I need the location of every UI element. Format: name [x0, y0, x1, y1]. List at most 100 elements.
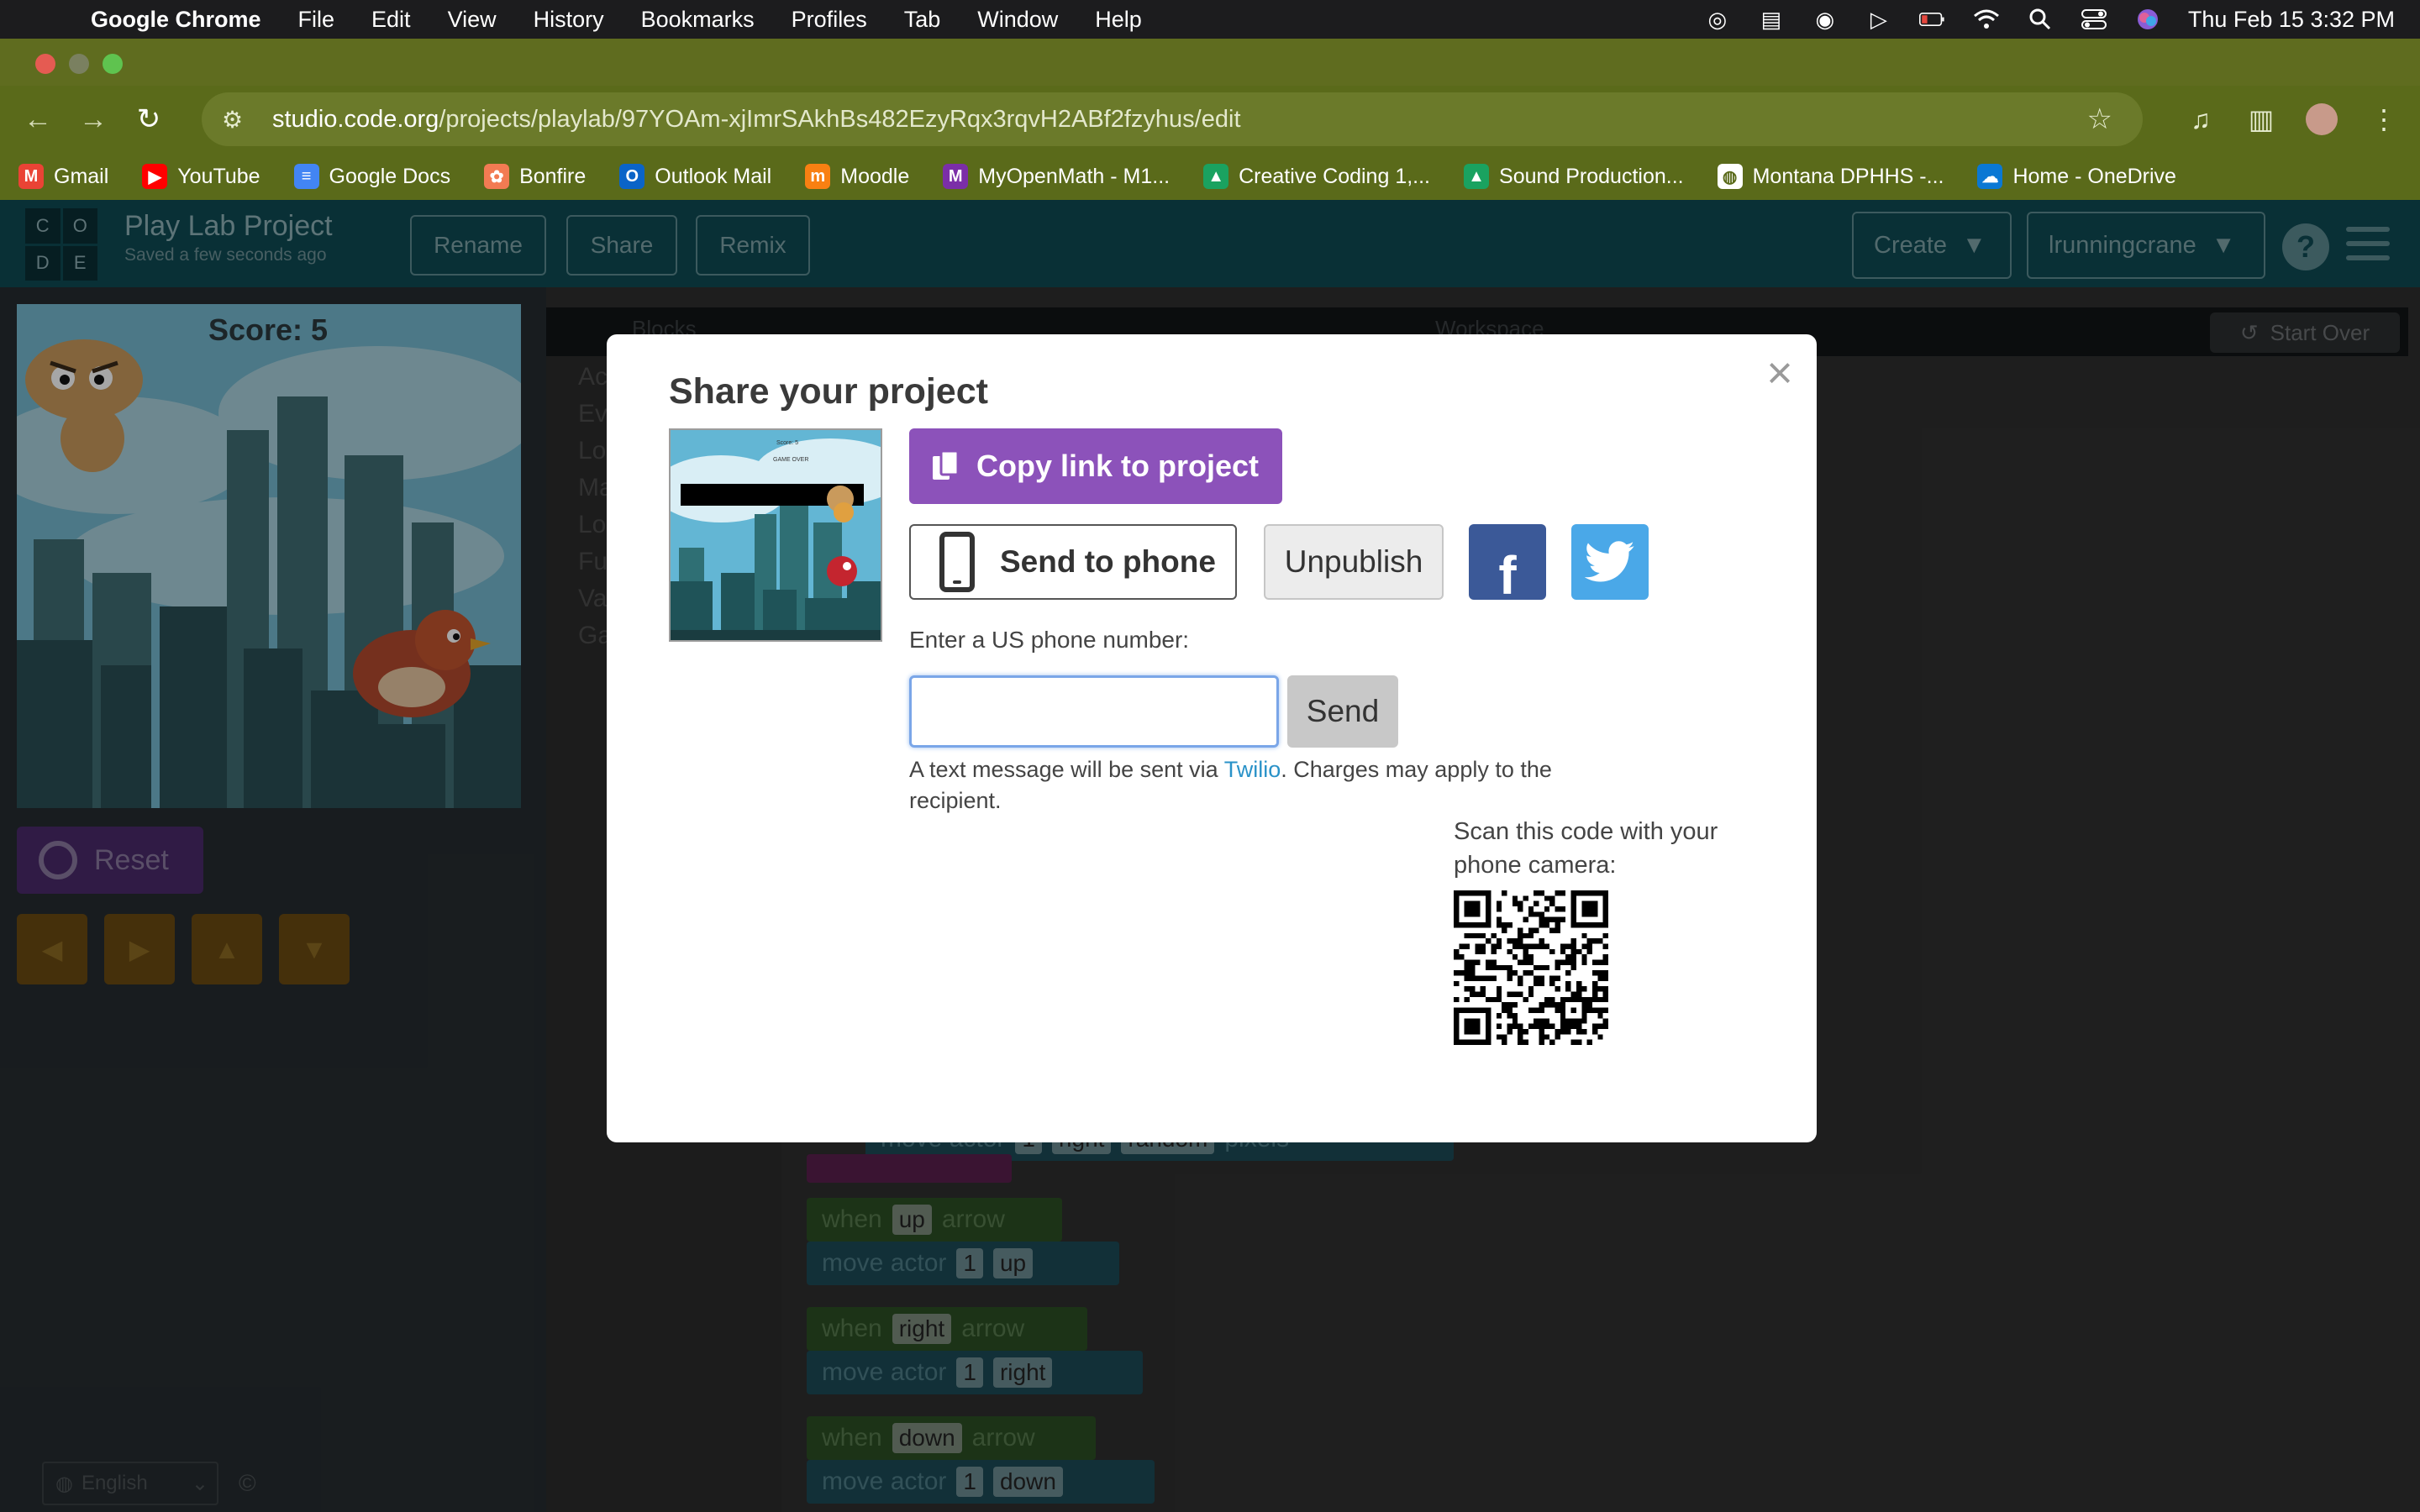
- bookmark-item[interactable]: O Outlook Mail: [619, 164, 771, 189]
- unpublish-button[interactable]: Unpublish: [1264, 524, 1444, 600]
- saved-status: Saved a few seconds ago: [124, 245, 327, 265]
- site-settings-icon[interactable]: ⚙: [222, 106, 252, 134]
- rename-button[interactable]: Rename: [410, 215, 546, 276]
- copy-link-button[interactable]: Copy link to project: [909, 428, 1282, 504]
- menu-file[interactable]: File: [298, 7, 335, 33]
- bookmark-item[interactable]: m Moodle: [805, 164, 909, 189]
- minimize-window-button[interactable]: [69, 54, 89, 74]
- bookmark-item[interactable]: M MyOpenMath - M1...: [943, 164, 1170, 189]
- app-menu[interactable]: Google Chrome: [91, 7, 261, 33]
- key-pill[interactable]: up: [892, 1205, 932, 1235]
- block-when-arrow[interactable]: when up arrow: [807, 1198, 1062, 1242]
- remix-button[interactable]: Remix: [696, 215, 810, 276]
- toolbox-category[interactable]: Va: [578, 585, 607, 613]
- control-center-icon[interactable]: [2081, 8, 2107, 31]
- menubar-clock[interactable]: Thu Feb 15 3:32 PM: [2188, 7, 2395, 33]
- menu-edit[interactable]: Edit: [371, 7, 411, 33]
- play-icon[interactable]: ▷: [1865, 7, 1892, 32]
- side-panel-icon[interactable]: ▥: [2240, 86, 2282, 153]
- twitter-share-button[interactable]: [1571, 524, 1649, 600]
- siri-icon[interactable]: [2134, 8, 2161, 31]
- actor-pill[interactable]: 1: [956, 1357, 983, 1388]
- start-over-button[interactable]: ↺ Start Over: [2210, 312, 2400, 353]
- send-to-phone-button[interactable]: Send to phone: [909, 524, 1237, 600]
- block-when-arrow[interactable]: when down arrow: [807, 1416, 1096, 1460]
- block-move-actor[interactable]: move actor 1 down: [807, 1460, 1155, 1504]
- send-button[interactable]: Send: [1287, 675, 1398, 748]
- bookmark-item[interactable]: ✿ Bonfire: [484, 164, 586, 189]
- bookmark-item[interactable]: ▲ Creative Coding 1,...: [1203, 164, 1430, 189]
- hamburger-menu-icon[interactable]: [2346, 227, 2390, 264]
- left-arrow-button[interactable]: ◀: [17, 914, 87, 984]
- reload-icon[interactable]: ↻: [128, 98, 170, 140]
- phone-number-input[interactable]: [909, 675, 1279, 748]
- right-arrow-button[interactable]: ▶: [104, 914, 175, 984]
- user-dropdown[interactable]: lrunningcrane ▼: [2027, 212, 2265, 279]
- close-window-button[interactable]: [35, 54, 55, 74]
- game-canvas[interactable]: [17, 304, 521, 808]
- creative-cloud-icon[interactable]: ◎: [1704, 7, 1731, 32]
- actor-pill[interactable]: 1: [956, 1248, 983, 1278]
- share-button[interactable]: Share: [566, 215, 677, 276]
- copyright-icon[interactable]: ©: [239, 1470, 256, 1497]
- bookmark-favicon-icon: ▶: [142, 164, 168, 189]
- menu-view[interactable]: View: [448, 7, 497, 33]
- wifi-icon[interactable]: [1973, 8, 2000, 31]
- bookmark-item[interactable]: ▶ YouTube: [142, 164, 260, 189]
- bookmark-star-icon[interactable]: ☆: [2087, 102, 2112, 136]
- code-org-logo[interactable]: C O D E: [25, 208, 97, 281]
- bookmark-item[interactable]: M Gmail: [18, 164, 108, 189]
- down-arrow-button[interactable]: ▼: [279, 914, 350, 984]
- clipboard-icon: [929, 449, 963, 483]
- toolbox-category[interactable]: Lo: [578, 511, 606, 539]
- toolbox-category[interactable]: Fu: [578, 548, 608, 576]
- user-circle-icon[interactable]: ◉: [1812, 7, 1839, 32]
- reset-button[interactable]: Reset: [17, 827, 203, 894]
- battery-icon[interactable]: [1918, 8, 1946, 31]
- block-when-arrow[interactable]: when right arrow: [807, 1307, 1087, 1351]
- block-move-actor[interactable]: move actor 1 up: [807, 1242, 1119, 1285]
- toolbox-category[interactable]: Ac: [578, 363, 608, 391]
- menu-tab[interactable]: Tab: [904, 7, 941, 33]
- twilio-link[interactable]: Twilio: [1224, 757, 1281, 782]
- url-path: /projects/playlab/97YOAm-xjImrSAkhBs482E…: [439, 105, 1241, 133]
- create-dropdown[interactable]: Create ▼: [1852, 212, 2012, 279]
- menu-history[interactable]: History: [534, 7, 604, 33]
- qr-code-label: Scan this code with your phone camera:: [1454, 818, 1718, 879]
- bookmark-item[interactable]: ▲ Sound Production...: [1464, 164, 1684, 189]
- bookmark-favicon-icon: ▲: [1464, 164, 1490, 189]
- direction-pill[interactable]: up: [992, 1248, 1034, 1278]
- block-move-actor[interactable]: move actor 1 right: [807, 1351, 1143, 1394]
- direction-pill[interactable]: right: [992, 1357, 1053, 1388]
- direction-pill[interactable]: down: [992, 1467, 1063, 1497]
- bookmark-item[interactable]: ◍ Montana DPHHS -...: [1717, 164, 1944, 189]
- toolbox-category[interactable]: Ev: [578, 400, 608, 428]
- key-pill[interactable]: right: [892, 1314, 952, 1344]
- menu-bookmarks[interactable]: Bookmarks: [641, 7, 755, 33]
- back-arrow-icon[interactable]: ←: [17, 98, 59, 140]
- key-pill[interactable]: down: [892, 1423, 962, 1453]
- address-bar[interactable]: ⚙ studio.code.org/projects/playlab/97YOA…: [202, 92, 2143, 146]
- files-icon[interactable]: ▤: [1758, 7, 1785, 32]
- chrome-menu-icon[interactable]: ⋮: [2363, 86, 2405, 153]
- facebook-share-button[interactable]: f: [1469, 524, 1546, 606]
- media-control-icon[interactable]: ♫: [2180, 86, 2222, 153]
- menu-window[interactable]: Window: [977, 7, 1058, 33]
- spotlight-search-icon[interactable]: [2027, 8, 2054, 31]
- help-button[interactable]: ?: [2282, 223, 2329, 270]
- menu-profiles[interactable]: Profiles: [792, 7, 867, 33]
- bookmark-item[interactable]: ☁ Home - OneDrive: [1977, 164, 2176, 189]
- menu-help[interactable]: Help: [1095, 7, 1142, 33]
- close-icon[interactable]: ×: [1761, 348, 1798, 398]
- block-stub[interactable]: [807, 1154, 1012, 1183]
- profile-avatar[interactable]: [2301, 86, 2343, 153]
- reset-label: Reset: [94, 843, 169, 876]
- bookmark-item[interactable]: ≡ Google Docs: [293, 164, 450, 189]
- project-title: Play Lab Project: [124, 210, 333, 242]
- up-arrow-button[interactable]: ▲: [192, 914, 262, 984]
- actor-pill[interactable]: 1: [956, 1467, 983, 1497]
- toolbox-category[interactable]: Lo: [578, 437, 606, 465]
- language-select[interactable]: ◍ English ⌄: [42, 1462, 218, 1505]
- forward-arrow-icon[interactable]: →: [72, 98, 114, 140]
- maximize-window-button[interactable]: [103, 54, 123, 74]
